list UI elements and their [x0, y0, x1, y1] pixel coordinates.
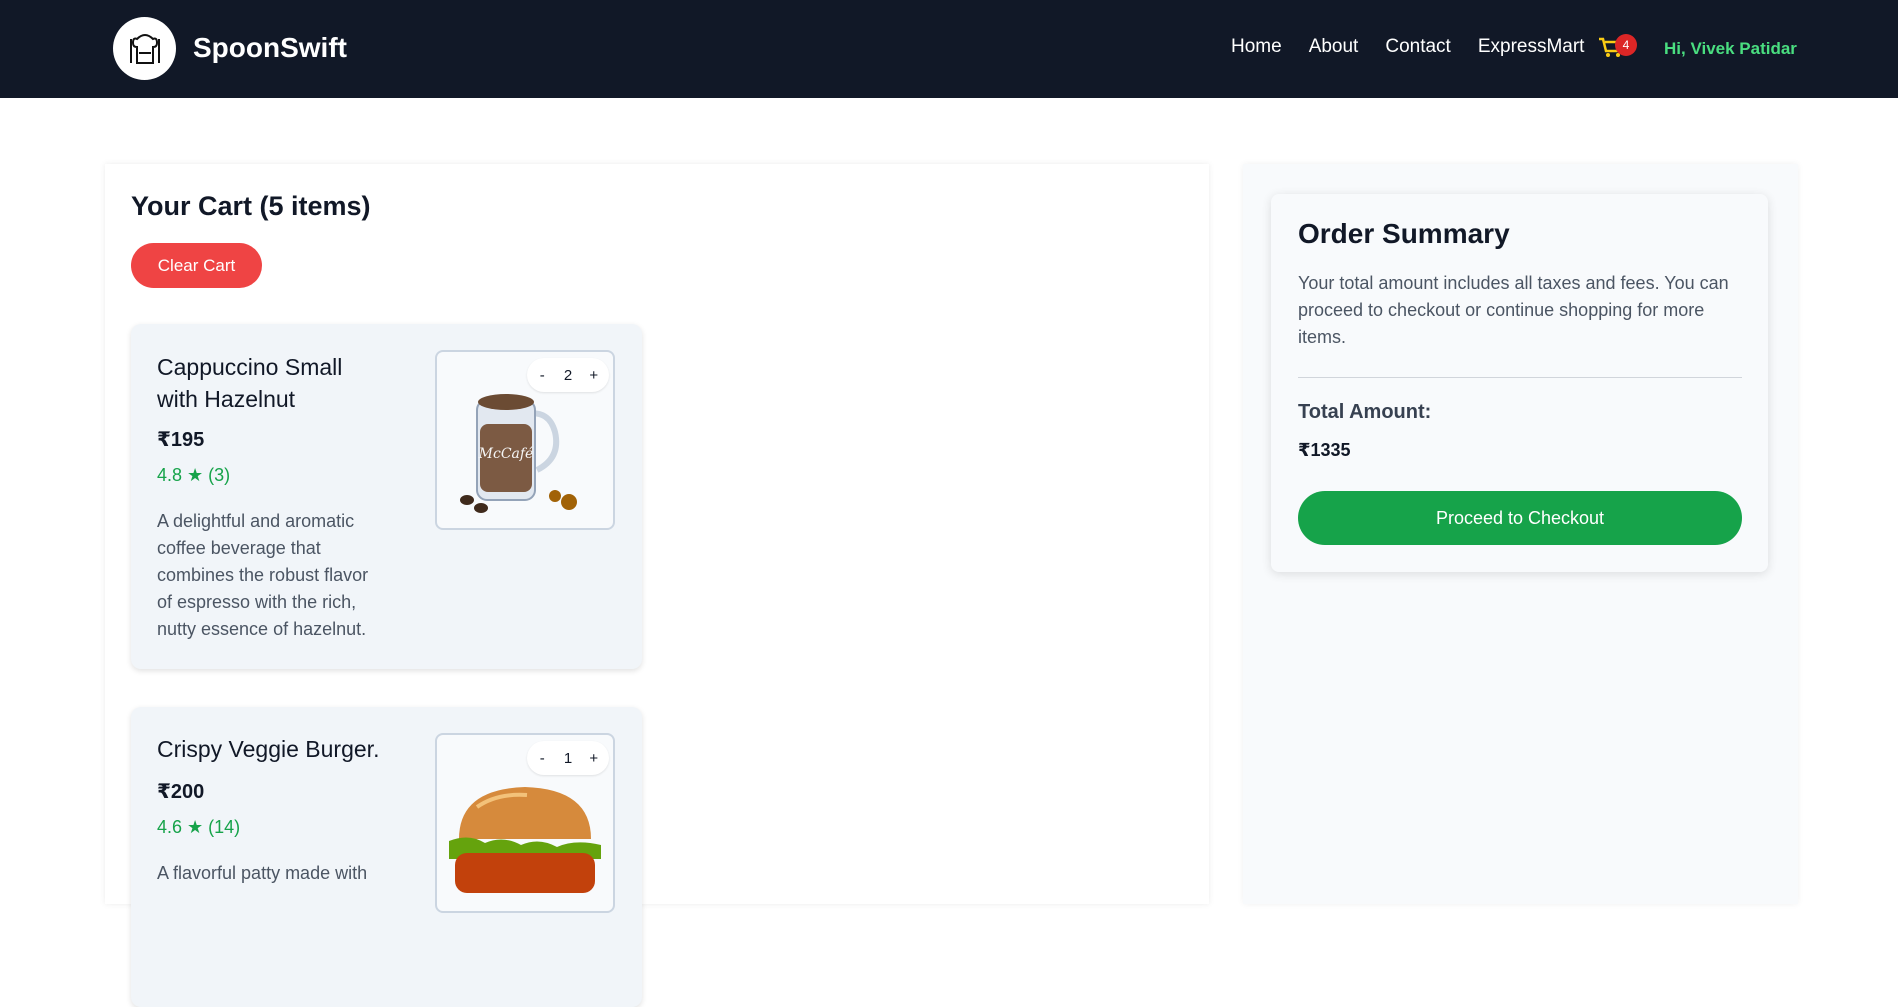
- cart-title: Your Cart (5 items): [131, 191, 371, 221]
- brand-name[interactable]: SpoonSwift: [193, 32, 347, 64]
- nav-about[interactable]: About: [1309, 36, 1359, 58]
- item-description: A flavorful patty made with: [157, 863, 368, 883]
- quantity-value: 1: [563, 749, 573, 767]
- cart-item: Cappuccino Small with Hazelnut ₹195 4.8 …: [131, 324, 642, 669]
- decrease-quantity-button[interactable]: -: [533, 750, 551, 767]
- svg-text:McCafé: McCafé: [478, 446, 534, 462]
- summary-title: Order Summary: [1298, 218, 1510, 249]
- user-greeting[interactable]: Hi, Vivek Patidar: [1664, 39, 1797, 59]
- nav-links: Home About Contact ExpressMart: [1231, 36, 1584, 58]
- increase-quantity-button[interactable]: +: [585, 367, 603, 384]
- quantity-stepper: - 2 +: [527, 358, 609, 392]
- cart-item: Crispy Veggie Burger. ₹200 4.6 ★ (14) A …: [131, 707, 642, 1007]
- item-name: Crispy Veggie Burger.: [157, 736, 380, 762]
- item-price: ₹195: [157, 429, 205, 451]
- total-amount-label: Total Amount:: [1298, 401, 1432, 423]
- navbar: SpoonSwift Home About Contact ExpressMar…: [0, 0, 1898, 98]
- order-summary-card: Order Summary Your total amount includes…: [1271, 194, 1768, 572]
- item-rating: 4.6 ★ (14): [157, 817, 241, 837]
- divider: [1298, 377, 1742, 378]
- quantity-stepper: - 1 +: [527, 741, 609, 775]
- decrease-quantity-button[interactable]: -: [533, 367, 551, 384]
- increase-quantity-button[interactable]: +: [585, 750, 603, 767]
- item-name: Cappuccino Small with Hazelnut: [157, 354, 343, 412]
- summary-text: Your total amount includes all taxes and…: [1298, 273, 1729, 347]
- item-image: McCafé - 2 +: [435, 350, 615, 530]
- item-rating: 4.8 ★ (3): [157, 465, 231, 485]
- chef-logo-icon[interactable]: [113, 17, 176, 80]
- clear-cart-button[interactable]: Clear Cart: [131, 243, 262, 288]
- nav-contact[interactable]: Contact: [1385, 36, 1450, 58]
- nav-home[interactable]: Home: [1231, 36, 1282, 58]
- nav-expressmart[interactable]: ExpressMart: [1478, 36, 1585, 58]
- proceed-to-checkout-button[interactable]: Proceed to Checkout: [1298, 491, 1742, 545]
- quantity-value: 2: [563, 366, 573, 384]
- cart-button[interactable]: 4: [1597, 34, 1637, 60]
- item-description: A delightful and aromatic coffee beverag…: [157, 511, 369, 639]
- item-price: ₹200: [157, 781, 205, 803]
- cart-count-badge: 4: [1615, 34, 1637, 56]
- item-image: - 1 +: [435, 733, 615, 913]
- total-amount-value: ₹1335: [1298, 440, 1351, 460]
